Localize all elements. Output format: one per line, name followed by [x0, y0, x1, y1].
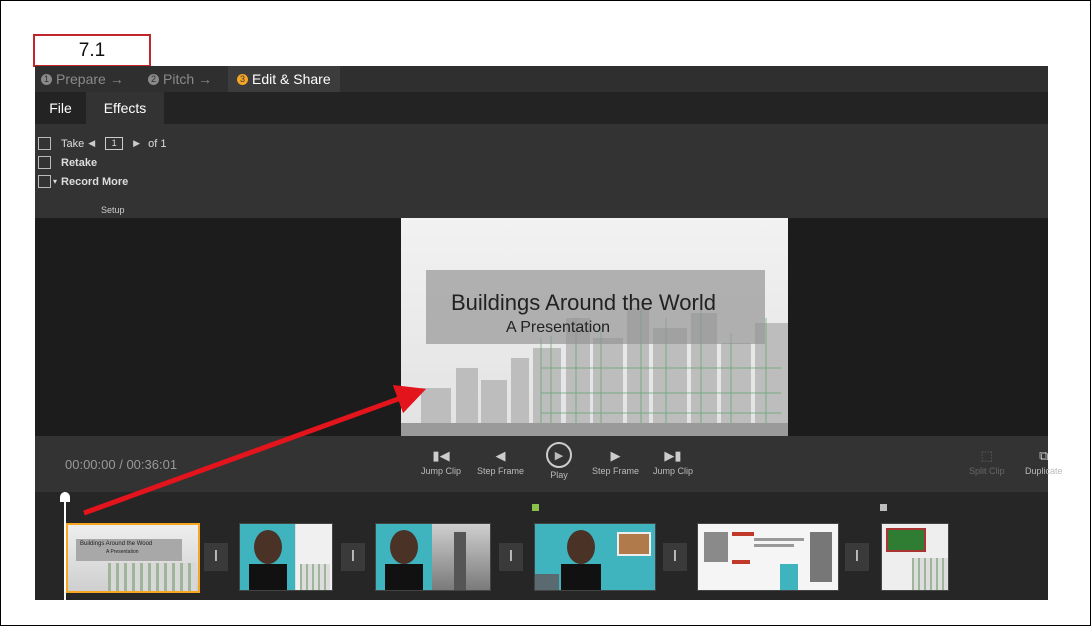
previous-take-icon[interactable]: ◀ [88, 138, 95, 149]
play-label: Play [550, 470, 568, 480]
step-number-label: 7.1 [33, 34, 151, 67]
playback-time: 00:00:00 / 00:36:01 [65, 457, 178, 472]
slide-subtitle: A Presentation [506, 319, 611, 336]
jump-clip-back-button[interactable]: ▮◀ Jump Clip [421, 446, 461, 476]
timeline-marker[interactable] [532, 504, 539, 511]
step-label: Pitch → [163, 71, 213, 87]
step-pitch[interactable]: 2 Pitch → [148, 66, 212, 92]
duplicate-button[interactable]: ⧉ Duplicate [1025, 446, 1063, 476]
playhead-handle[interactable] [60, 492, 70, 502]
split-clip-icon: ⬚ [980, 448, 993, 463]
clip-article-page[interactable] [697, 523, 839, 591]
retake-icon [38, 156, 51, 169]
step-number-icon: 1 [41, 73, 52, 85]
next-take-icon[interactable]: ▶ [133, 138, 140, 149]
step-frame-back-label: Step Frame [477, 466, 525, 476]
take-row: Take ◀ 1 ▶ of 1 [38, 137, 166, 150]
take-number-field[interactable]: 1 [105, 137, 124, 150]
clip-presenter-overlay[interactable] [534, 523, 656, 591]
play-button[interactable]: ▶ Play [546, 442, 572, 480]
transition-button[interactable]: I [341, 543, 365, 571]
take-label: Take [61, 137, 85, 150]
tab-file[interactable]: File [35, 92, 86, 124]
jump-start-icon: ▮◀ [432, 448, 450, 463]
transition-button[interactable]: I [845, 543, 869, 571]
transition-button[interactable]: I [499, 543, 523, 571]
app-window: 1 Prepare → 2 Pitch → 3 Edit & Share Fil… [35, 66, 1063, 600]
clip-presenter-skyscraper[interactable] [375, 523, 491, 591]
split-clip-label: Split Clip [969, 466, 1005, 476]
step-frame-back-button[interactable]: ◀ Step Frame [477, 446, 524, 476]
step-back-icon: ◀ [495, 448, 506, 463]
record-more-button[interactable]: ▾ Record More [38, 175, 128, 188]
tab-effects[interactable]: Effects [86, 92, 164, 124]
clip-title-slide[interactable]: Buildings Around the Wood A Presentation [66, 523, 200, 593]
play-icon: ▶ [546, 442, 572, 468]
clip-title-text: Buildings Around the Wood [80, 541, 153, 547]
duplicate-label: Duplicate [1025, 466, 1063, 476]
setup-group-label: Setup [101, 205, 125, 215]
step-frame-forward-label: Step Frame [592, 466, 640, 476]
jump-clip-forward-label: Jump Clip [653, 466, 694, 476]
video-preview: Buildings Around the World A Presentatio… [35, 218, 1048, 436]
clip-subtitle-text: A Presentation [106, 549, 139, 555]
playhead[interactable] [64, 492, 66, 600]
slide-preview: Buildings Around the World A Presentatio… [401, 218, 788, 436]
timeline: Buildings Around the Wood A Presentation… [35, 492, 1048, 600]
timeline-marker[interactable] [880, 504, 887, 511]
step-frame-forward-button[interactable]: ▶ Step Frame [592, 446, 639, 476]
step-number-icon: 3 [237, 73, 248, 85]
duplicate-icon: ⧉ [1039, 448, 1049, 463]
step-label: Edit & Share [252, 71, 331, 87]
record-more-label: Record More [61, 175, 129, 188]
split-clip-button[interactable]: ⬚ Split Clip [969, 446, 1005, 476]
jump-end-icon: ▶▮ [664, 448, 682, 463]
slide-title: Buildings Around the World [451, 290, 716, 315]
step-prepare[interactable]: 1 Prepare → [41, 66, 124, 92]
step-label: Prepare → [56, 71, 124, 87]
ribbon-panel: Take ◀ 1 ▶ of 1 Retake ▾ Record More Set… [35, 124, 1048, 218]
record-more-icon [38, 175, 51, 188]
transition-button[interactable]: I [663, 543, 687, 571]
take-icon [38, 137, 51, 150]
step-edit-share[interactable]: 3 Edit & Share [228, 66, 340, 92]
take-count: of 1 [148, 137, 167, 150]
jump-clip-back-label: Jump Clip [421, 466, 462, 476]
chevron-down-icon: ▾ [53, 177, 58, 186]
jump-clip-forward-button[interactable]: ▶▮ Jump Clip [653, 446, 693, 476]
step-number-icon: 2 [148, 73, 159, 85]
transition-button[interactable]: I [204, 543, 228, 571]
ribbon-tabs: File Effects [35, 92, 1048, 124]
retake-button[interactable]: Retake [38, 156, 97, 169]
workflow-steps: 1 Prepare → 2 Pitch → 3 Edit & Share [35, 66, 1048, 92]
step-forward-icon: ▶ [610, 448, 621, 463]
clip-presenter[interactable] [239, 523, 333, 591]
playback-controls: 00:00:00 / 00:36:01 ▮◀ Jump Clip ◀ Step … [35, 436, 1063, 492]
retake-label: Retake [61, 156, 98, 169]
clip-outdoor-slide[interactable] [881, 523, 949, 591]
